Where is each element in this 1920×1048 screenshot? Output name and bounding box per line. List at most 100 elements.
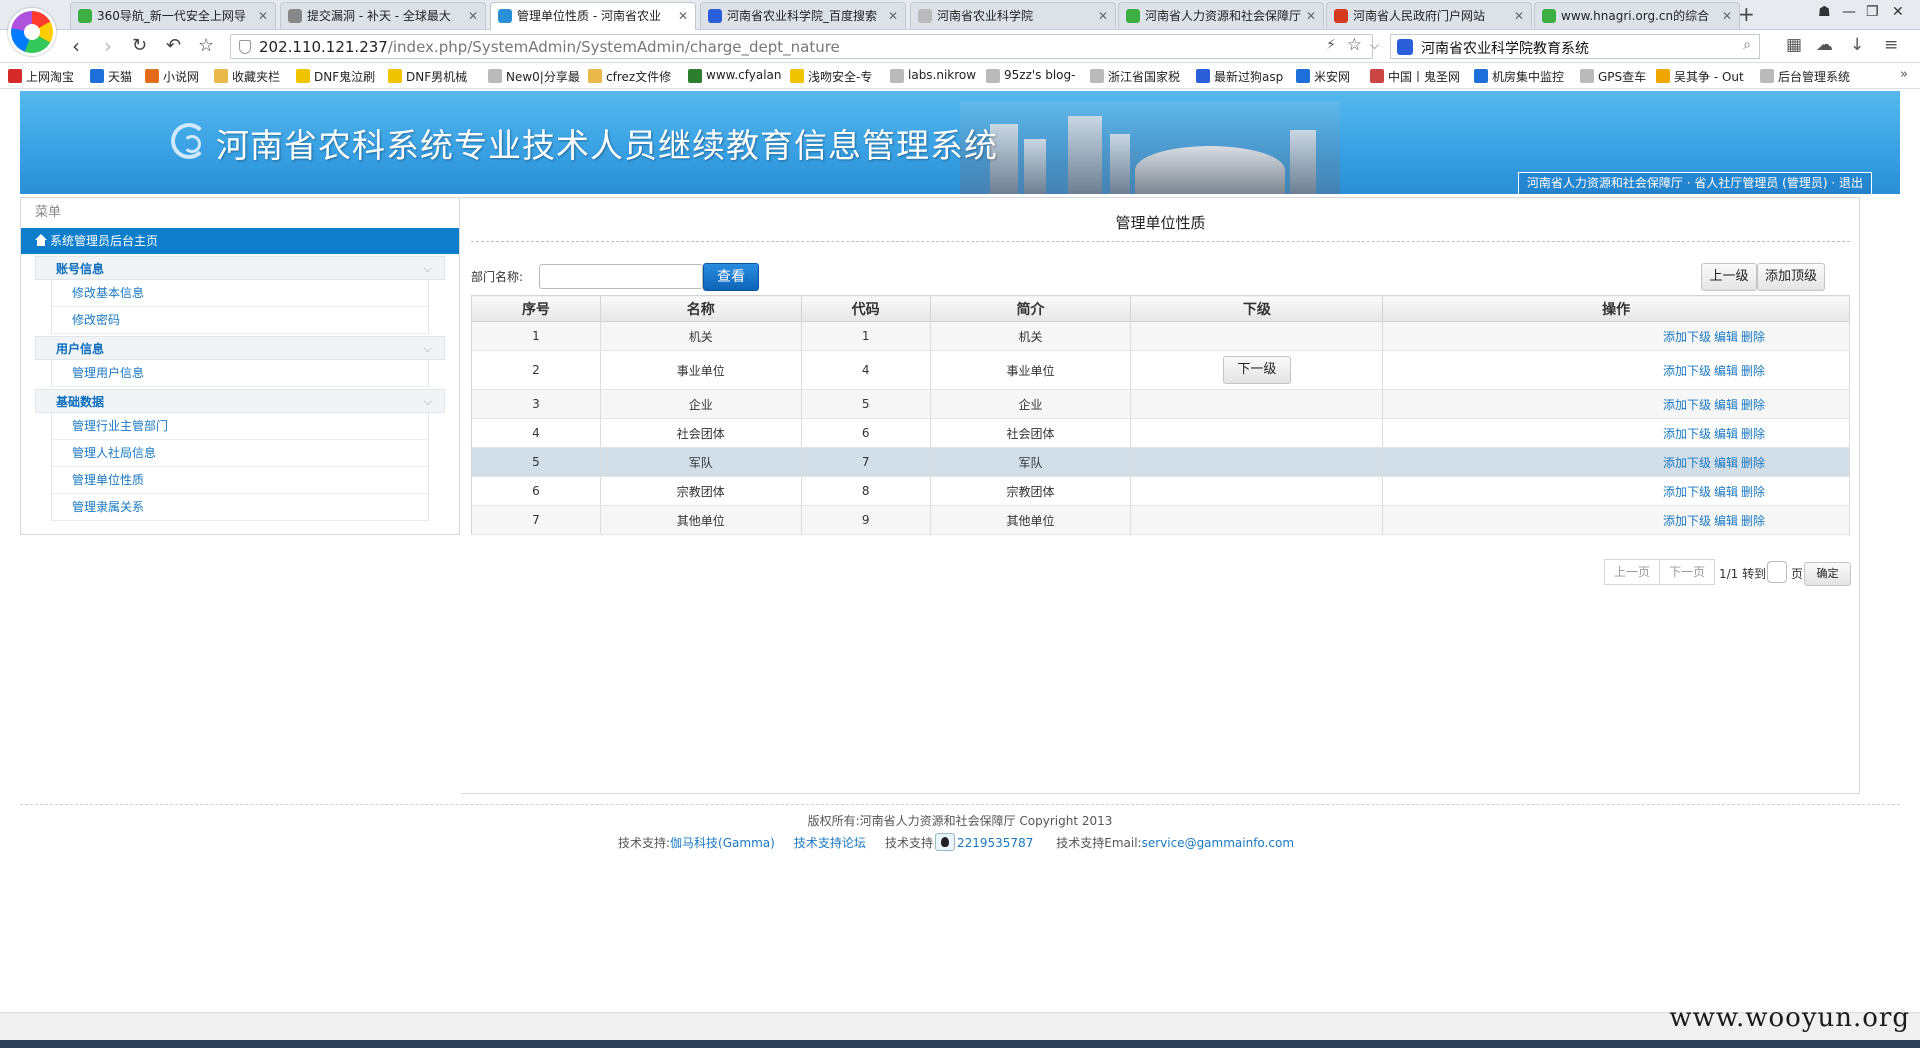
tab-close-icon[interactable]: ✕: [1722, 3, 1732, 29]
delete-link[interactable]: 删除: [1741, 514, 1765, 528]
bookmark-item[interactable]: 浙江省国家税: [1090, 68, 1180, 85]
favorite-star-icon[interactable]: ☆: [198, 34, 214, 58]
url-input[interactable]: 202.110.121.237/index.php/SystemAdmin/Sy…: [230, 34, 1373, 59]
bookmarks-more-icon[interactable]: »: [1900, 67, 1908, 82]
browser-tab[interactable]: 河南省农业科学院_百度搜索 ✕: [700, 2, 906, 29]
add-child-link[interactable]: 添加下级: [1663, 364, 1711, 378]
bookmark-item[interactable]: 收藏夹栏: [214, 68, 280, 85]
delete-link[interactable]: 删除: [1741, 456, 1765, 470]
prev-page-button[interactable]: 上一页: [1604, 559, 1660, 585]
sidebar-item[interactable]: 修改密码: [51, 307, 429, 334]
tab-close-icon[interactable]: ✕: [258, 3, 268, 29]
bookmark-item[interactable]: 95zz's blog-: [986, 68, 1075, 83]
bookmark-item[interactable]: 小说网: [145, 68, 199, 85]
qq-icon[interactable]: [934, 833, 955, 851]
apps-grid-icon[interactable]: ▦: [1786, 35, 1802, 55]
bookmark-item[interactable]: 天猫: [90, 68, 132, 85]
bookmark-item[interactable]: New0|分享最: [488, 68, 580, 85]
forward-icon[interactable]: ›: [104, 34, 112, 58]
browser-tab[interactable]: 河南省人力资源和社会保障厅 ✕: [1118, 2, 1324, 29]
tab-close-icon[interactable]: ✕: [888, 3, 898, 29]
speed-mode-icon[interactable]: ⚡: [1326, 37, 1336, 53]
next-level-button[interactable]: 下一级: [1222, 356, 1291, 384]
user-info-bar[interactable]: 河南省人力资源和社会保障厅 · 省人社厅管理员 (管理员) · 退出: [1517, 172, 1872, 194]
delete-link[interactable]: 删除: [1741, 364, 1765, 378]
bookmark-item[interactable]: 吴其争 - Out: [1656, 68, 1744, 85]
tab-close-icon[interactable]: ✕: [1098, 3, 1108, 29]
bookmark-item[interactable]: 上网淘宝: [8, 68, 74, 85]
back-icon[interactable]: ‹: [72, 34, 80, 58]
bookmark-item[interactable]: 后台管理系统: [1760, 68, 1850, 85]
bookmark-item[interactable]: 米安网: [1296, 68, 1350, 85]
browser-tab[interactable]: 360导航_新一代安全上网导 ✕: [70, 2, 276, 29]
edit-link[interactable]: 编辑: [1714, 364, 1738, 378]
edit-link[interactable]: 编辑: [1714, 514, 1738, 528]
search-input[interactable]: 河南省农业科学院教育系统 ⌕: [1390, 34, 1760, 59]
query-button[interactable]: 查看: [703, 263, 759, 291]
sidebar-group[interactable]: 基础数据 ⌵: [35, 389, 445, 413]
browser-tab[interactable]: 提交漏洞 - 补天 - 全球最大 ✕: [280, 2, 486, 29]
bookmark-item[interactable]: DNF男机械: [388, 68, 467, 85]
browser-logo-icon[interactable]: [8, 8, 56, 56]
support-forum-link[interactable]: 技术支持论坛: [794, 836, 866, 850]
cloud-icon[interactable]: ☁: [1816, 35, 1833, 55]
add-top-level-button[interactable]: 添加顶级: [1757, 263, 1825, 291]
search-icon[interactable]: ⌕: [1743, 37, 1751, 53]
sidebar-item-home[interactable]: 系统管理员后台主页: [21, 228, 459, 254]
bookmark-item[interactable]: 浅吻安全-专: [790, 68, 872, 85]
bookmark-item[interactable]: DNF鬼泣刷: [296, 68, 375, 85]
goto-page-input[interactable]: [1767, 561, 1787, 583]
browser-tab[interactable]: 河南省人民政府门户网站 ✕: [1326, 2, 1532, 29]
menu-icon[interactable]: ≡: [1884, 35, 1898, 55]
edit-link[interactable]: 编辑: [1714, 330, 1738, 344]
sidebar-item[interactable]: 管理人社局信息: [51, 440, 429, 467]
add-child-link[interactable]: 添加下级: [1663, 330, 1711, 344]
edit-link[interactable]: 编辑: [1714, 427, 1738, 441]
edit-link[interactable]: 编辑: [1714, 398, 1738, 412]
undo-icon[interactable]: ↶: [166, 34, 181, 58]
bookmark-item[interactable]: 机房集中监控: [1474, 68, 1564, 85]
add-child-link[interactable]: 添加下级: [1663, 398, 1711, 412]
bookmark-item[interactable]: 最新过狗asp: [1196, 68, 1283, 85]
add-child-link[interactable]: 添加下级: [1663, 485, 1711, 499]
add-child-link[interactable]: 添加下级: [1663, 456, 1711, 470]
bookmark-star-icon[interactable]: ☆: [1347, 35, 1362, 55]
tab-close-icon[interactable]: ✕: [1514, 3, 1524, 29]
skin-icon[interactable]: ☗: [1818, 4, 1831, 20]
browser-tab[interactable]: www.hnagri.org.cn的综合 ✕: [1534, 2, 1740, 29]
sidebar-group[interactable]: 账号信息 ⌵: [35, 256, 445, 280]
close-window-icon[interactable]: ✕: [1892, 4, 1904, 20]
download-icon[interactable]: ↓: [1850, 35, 1864, 55]
delete-link[interactable]: 删除: [1741, 330, 1765, 344]
new-tab-icon[interactable]: +: [1738, 2, 1755, 26]
add-child-link[interactable]: 添加下级: [1663, 427, 1711, 441]
tab-close-icon[interactable]: ✕: [468, 3, 478, 29]
goto-confirm-button[interactable]: 确定: [1804, 562, 1851, 586]
bookmark-item[interactable]: 中国丨鬼圣网: [1370, 68, 1460, 85]
browser-tab[interactable]: 河南省农业科学院 ✕: [910, 2, 1116, 29]
up-level-button[interactable]: 上一级: [1701, 263, 1757, 291]
sidebar-item[interactable]: 管理单位性质: [51, 467, 429, 494]
edit-link[interactable]: 编辑: [1714, 456, 1738, 470]
sidebar-item[interactable]: 修改基本信息: [51, 280, 429, 307]
dept-name-input[interactable]: [539, 264, 703, 289]
browser-tab[interactable]: 管理单位性质 - 河南省农业 ✕: [490, 2, 696, 30]
email-link[interactable]: service@gammainfo.com: [1142, 836, 1294, 850]
delete-link[interactable]: 删除: [1741, 427, 1765, 441]
engine-dropdown-icon[interactable]: ⌵: [1370, 38, 1379, 53]
tab-close-icon[interactable]: ✕: [1306, 3, 1316, 29]
minimize-icon[interactable]: —: [1842, 4, 1856, 20]
reload-icon[interactable]: ↻: [132, 34, 147, 58]
maximize-icon[interactable]: ❐: [1866, 4, 1879, 20]
bookmark-item[interactable]: www.cfyalan: [688, 68, 782, 83]
bookmark-item[interactable]: GPS查车: [1580, 68, 1646, 85]
bookmark-item[interactable]: cfrez文件修: [588, 68, 671, 85]
qq-number-link[interactable]: 2219535787: [957, 836, 1033, 850]
next-page-button[interactable]: 下一页: [1659, 559, 1715, 585]
sidebar-item[interactable]: 管理行业主管部门: [51, 413, 429, 440]
sidebar-group[interactable]: 用户信息 ⌵: [35, 336, 445, 360]
support-company-link[interactable]: 伽马科技(Gamma): [670, 836, 775, 850]
sidebar-item[interactable]: 管理用户信息: [51, 360, 429, 387]
delete-link[interactable]: 删除: [1741, 398, 1765, 412]
edit-link[interactable]: 编辑: [1714, 485, 1738, 499]
